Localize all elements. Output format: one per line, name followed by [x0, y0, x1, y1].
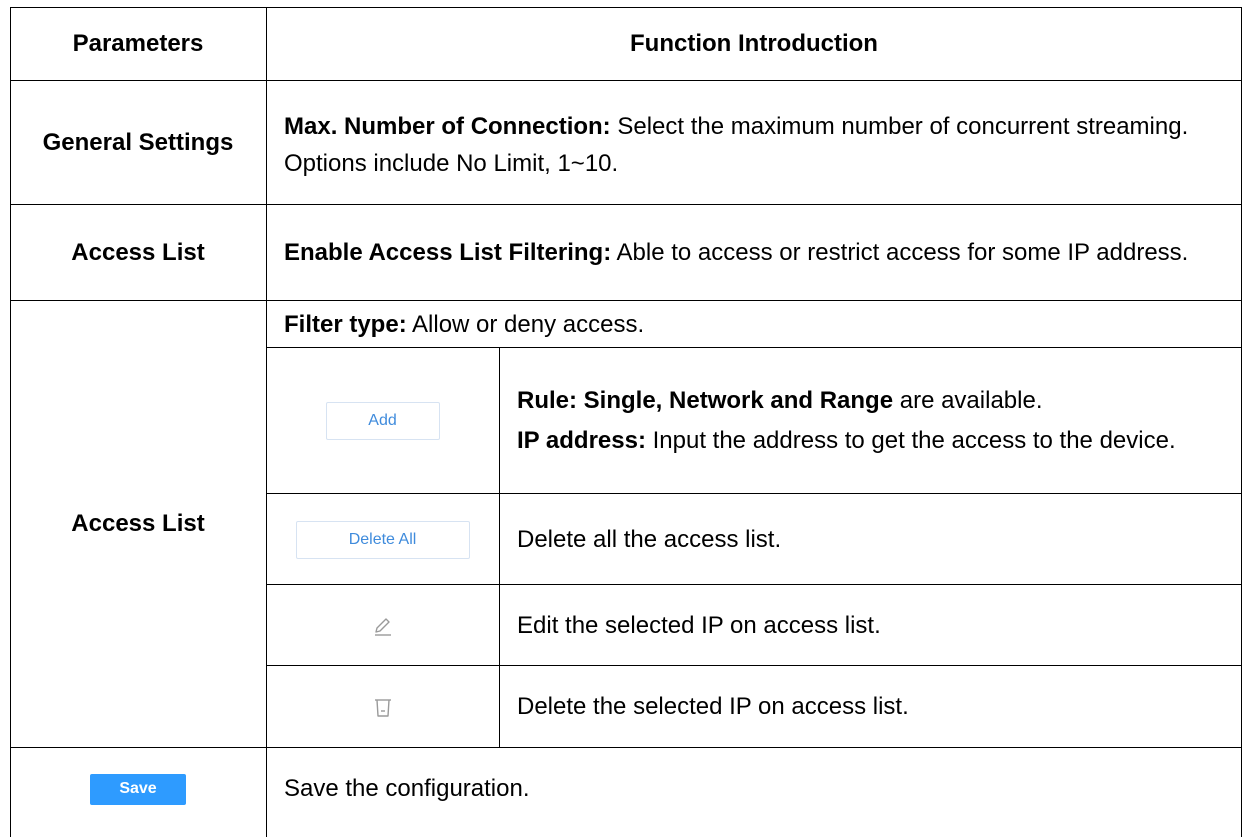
add-button[interactable]: Add [325, 402, 440, 440]
save-button-cell: Save [10, 748, 266, 830]
enable-filtering-text: Able to access or restrict access for so… [611, 239, 1189, 266]
add-button-cell: Add [266, 348, 499, 494]
edit-icon-cell [266, 585, 499, 666]
save-description: Save the configuration. [284, 775, 530, 802]
label-enable-filtering: Enable Access List Filtering: [284, 239, 612, 266]
access-list-text: Enable Access List Filtering: Able to ac… [284, 239, 1188, 267]
general-settings-description: Max. Number of Connection: Select the ma… [266, 81, 1242, 205]
label-max-connection: Max. Number of Connection: [284, 113, 611, 140]
filter-type-description: Filter type: Allow or deny access. [266, 301, 1242, 348]
delete-all-button[interactable]: Delete All [295, 520, 470, 559]
param-general-settings: General Settings [42, 129, 234, 156]
general-settings-text: Max. Number of Connection: Select the ma… [284, 108, 1226, 182]
header-function: Function Introduction [630, 30, 878, 57]
trash-icon-cell [266, 666, 499, 748]
param-access-list-details: Access List [71, 510, 205, 537]
save-button[interactable]: Save [90, 773, 186, 805]
label-filter-type: Filter type: [284, 310, 407, 338]
label-ip-address: IP address: [517, 427, 646, 454]
add-description: Rule: Single, Network and Range are avai… [499, 348, 1242, 494]
pencil-icon[interactable] [372, 615, 394, 637]
header-parameters: Parameters [72, 30, 204, 57]
ip-address-line: IP address: Input the address to get the… [517, 427, 1176, 455]
trash-icon[interactable] [372, 695, 394, 719]
ip-address-text: Input the address to get the access to t… [645, 427, 1176, 454]
access-list-description: Enable Access List Filtering: Able to ac… [266, 205, 1242, 301]
param-access-list: Access List [71, 239, 205, 266]
delete-all-description: Delete all the access list. [517, 525, 782, 553]
filter-type-text: Filter type: Allow or deny access. [284, 308, 644, 342]
edit-description: Edit the selected IP on access list. [517, 611, 881, 639]
delete-description: Delete the selected IP on access list. [517, 693, 909, 720]
rule-line: Rule: Single, Network and Range are avai… [517, 387, 1043, 415]
filter-type-options: Allow or deny access. [406, 310, 645, 338]
rule-text: are available. [893, 387, 1043, 414]
parameters-table: Parameters Function Introduction General… [10, 7, 1250, 837]
label-rule: Rule: Single, Network and Range [517, 387, 894, 414]
delete-all-cell: Delete All [266, 494, 499, 585]
